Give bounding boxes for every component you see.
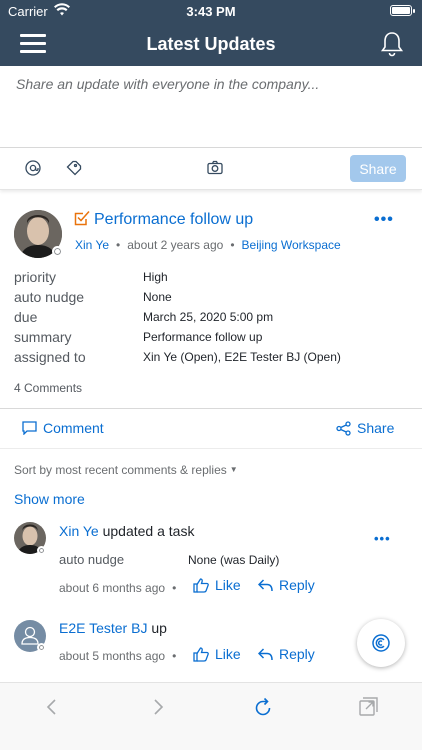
show-more-link[interactable]: Show more [14,491,85,507]
like-button[interactable]: Like [193,646,241,662]
presence-indicator [37,546,46,555]
reply-label: Reply [279,577,315,593]
field-label: summary [14,329,72,345]
comment-bubble-icon [22,421,37,435]
field-row-priority: priority High [14,269,414,289]
field-value: High [143,270,168,284]
post-meta: Xin Ye • about 2 years ago • Beijing Workspa… [75,238,341,252]
bell-icon[interactable] [380,31,404,62]
bottom-toolbar [0,682,422,750]
sort-label: Sort by most recent comments & replies [14,463,227,477]
field-label: assigned to [14,349,86,365]
comment-meta: about 5 months ago • [59,649,177,663]
field-row-summary: summary Performance follow up [14,329,414,349]
presence-indicator [52,246,63,257]
field-value: Performance follow up [143,330,263,344]
caret-down-icon: ▼ [229,465,238,474]
chevron-left-icon[interactable] [46,698,58,721]
update-composer [0,66,422,148]
camera-icon[interactable] [207,160,223,180]
like-label: Like [215,577,241,593]
share-icon [336,420,351,436]
divider [0,448,422,449]
nav-bar: Latest Updates [0,22,422,66]
task-checkbox-icon [74,210,90,231]
field-label: due [14,309,38,325]
tag-icon[interactable] [66,160,82,181]
post-author[interactable]: Xin Ye [75,238,109,252]
post-time: about 2 years ago [127,238,224,252]
field-row-assigned-to: assigned to Xin Ye (Open), E2E Tester BJ… [14,349,414,369]
jam-logo-icon[interactable] [357,619,405,667]
reply-label: Reply [279,646,315,662]
comment-field-value: None (was Daily) [188,553,280,567]
comment-time: about 5 months ago [59,649,166,663]
comment-author[interactable]: Xin Ye [59,523,99,539]
like-button[interactable]: Like [193,577,241,593]
clock: 3:43 PM [186,4,236,19]
more-horizontal-icon[interactable]: ••• [374,211,394,229]
comment-time: about 6 months ago [59,581,166,595]
comment-label: Comment [43,420,104,436]
field-value: March 25, 2020 5:00 pm [143,310,274,324]
field-value: None [143,290,172,304]
more-horizontal-icon[interactable]: ••• [374,531,391,546]
comment-headline: E2E Tester BJ up [59,620,167,636]
field-row-due: due March 25, 2020 5:00 pm [14,309,414,329]
comment-field-label: auto nudge [59,552,125,567]
comment-headline: Xin Ye updated a task [59,523,194,539]
comment-text: updated a task [102,523,195,539]
field-label: auto nudge [14,289,85,305]
share-label: Share [357,420,395,436]
field-row-auto-nudge: auto nudge None [14,289,414,309]
thumbs-up-icon [193,646,209,662]
comment-meta: about 6 months ago • [59,581,177,595]
battery-icon [390,5,415,16]
sort-dropdown[interactable]: Sort by most recent comments & replies ▼ [14,463,238,477]
share-update-input[interactable] [0,66,422,147]
page-title: Latest Updates [146,34,276,54]
comments-count[interactable]: 4 Comments [14,381,82,395]
field-value: Xin Ye (Open), E2E Tester BJ (Open) [143,350,341,364]
status-bar: Carrier 3:43 PM [0,0,422,22]
divider [0,408,422,409]
at-sign-icon[interactable] [25,160,41,181]
share-post-button[interactable]: Share [336,420,394,436]
reply-arrow-icon [258,578,273,591]
comment-button[interactable]: Comment [22,420,104,436]
open-external-icon[interactable] [359,697,378,721]
like-label: Like [215,646,241,662]
chevron-right-icon[interactable] [152,698,164,721]
post-workspace[interactable]: Beijing Workspace [242,238,341,252]
reply-arrow-icon [258,647,273,660]
field-label: priority [14,269,57,285]
reply-button[interactable]: Reply [258,646,315,662]
comment-text: up [151,620,167,636]
presence-indicator [37,643,46,652]
reply-button[interactable]: Reply [258,577,315,593]
share-button[interactable]: Share [350,155,406,182]
post-title[interactable]: Performance follow up [94,211,253,229]
comment-author[interactable]: E2E Tester BJ [59,620,147,636]
thumbs-up-icon [193,577,209,593]
composer-toolbar: Share [0,148,422,190]
refresh-icon[interactable] [254,697,272,722]
